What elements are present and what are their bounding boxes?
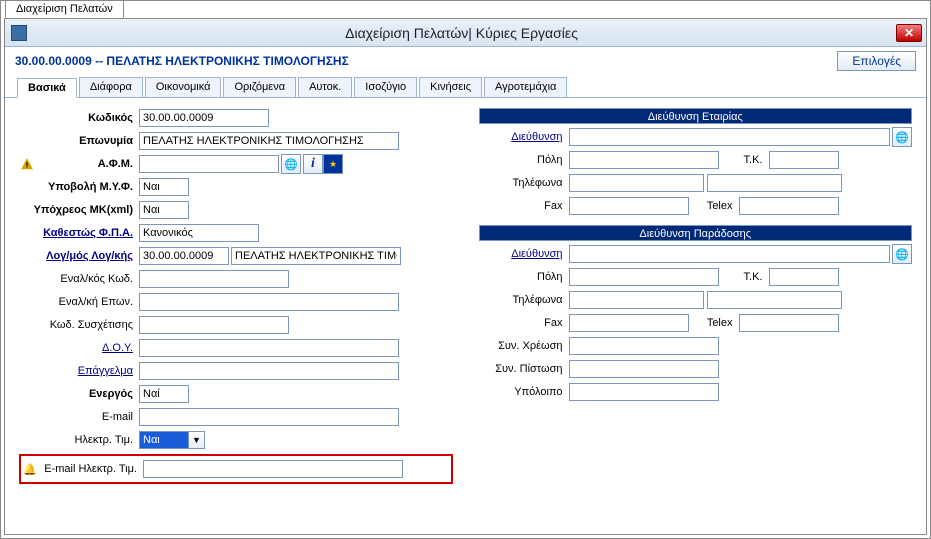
input-eponymia[interactable]	[139, 132, 399, 150]
section-company-address: Διεύθυνση Εταιρίας	[479, 108, 913, 124]
input-email[interactable]	[139, 408, 399, 426]
globe-icon-s1[interactable]: 🌐	[892, 127, 912, 147]
input-email-ilektr[interactable]	[143, 460, 403, 478]
section-delivery-address: Διεύθυνση Παράδοσης	[479, 225, 913, 241]
label-ilektr-tim: Ηλεκτρ. Τιμ.	[19, 434, 139, 446]
label-synpistosi: Συν. Πίστωση	[479, 363, 569, 375]
label-ypoxreos: Υπόχρεος MK(xml)	[19, 204, 139, 216]
label-doy[interactable]: Δ.Ο.Υ.	[19, 342, 139, 354]
input-s1-tel2[interactable]	[707, 174, 842, 192]
tab-orizomena[interactable]: Οριζόμενα	[223, 77, 296, 97]
info-icon[interactable]: i	[303, 154, 323, 174]
label-s1-poli: Πόλη	[479, 154, 569, 166]
input-doy[interactable]	[139, 339, 399, 357]
titlebar: Διαχείριση Πελατών| Κύριες Εργασίες ✕	[5, 19, 926, 47]
right-column: Διεύθυνση Εταιρίας Διεύθυνση 🌐 Πόλη Τ.Κ.…	[479, 108, 913, 484]
label-epaggelma[interactable]: Επάγγελμα	[19, 365, 139, 377]
tab-oikonomika[interactable]: Οικονομικά	[145, 77, 222, 97]
label-s1-fax: Fax	[479, 200, 569, 212]
input-synpistosi[interactable]	[569, 360, 719, 378]
left-column: Κωδικός Επωνυμία Α.Φ.Μ. 🌐 i ★	[19, 108, 453, 484]
input-s2-tel1[interactable]	[569, 291, 704, 309]
input-kodikos[interactable]	[139, 109, 269, 127]
window-title: Διαχείριση Πελατών| Κύριες Εργασίες	[27, 25, 896, 41]
label-s1-tilefona: Τηλέφωνα	[479, 177, 569, 189]
form-area: Κωδικός Επωνυμία Α.Φ.Μ. 🌐 i ★	[5, 98, 926, 494]
tab-agrotemaxia[interactable]: Αγροτεμάχια	[484, 77, 567, 97]
dropdown-arrow-icon[interactable]: ▼	[189, 431, 205, 449]
input-ypovoli[interactable]	[139, 178, 189, 196]
bell-icon: 🔔	[23, 463, 39, 476]
label-s2-fax: Fax	[479, 317, 569, 329]
label-email: E-mail	[19, 411, 139, 423]
app-window: Διαχείριση Πελατών Διαχείριση Πελατών| Κ…	[0, 0, 931, 539]
label-ypovoli: Υποβολή Μ.Υ.Φ.	[19, 181, 139, 193]
input-kodsysx[interactable]	[139, 316, 289, 334]
highlight-email-ilektr: 🔔 E-mail Ηλεκτρ. Τιμ.	[19, 454, 453, 484]
label-s2-tilefona: Τηλέφωνα	[479, 294, 569, 306]
input-s1-tk[interactable]	[769, 151, 839, 169]
outer-tab[interactable]: Διαχείριση Πελατών	[5, 0, 124, 18]
input-epaggelma[interactable]	[139, 362, 399, 380]
input-s2-telex[interactable]	[739, 314, 839, 332]
input-enalepon[interactable]	[139, 293, 399, 311]
input-s2-tk[interactable]	[769, 268, 839, 286]
input-kathestos[interactable]	[139, 224, 259, 242]
input-s1-tel1[interactable]	[569, 174, 704, 192]
input-s1-fax[interactable]	[569, 197, 689, 215]
input-logmos-desc[interactable]	[231, 247, 401, 265]
label-energos: Ενεργός	[19, 388, 139, 400]
label-s2-dieuthinsi[interactable]: Διεύθυνση	[479, 248, 569, 260]
label-enalepon: Εναλ/κή Επων.	[19, 296, 139, 308]
label-ypoloipo: Υπόλοιπο	[479, 386, 569, 398]
input-logmos-code[interactable]	[139, 247, 229, 265]
select-ilektr-tim[interactable]: Ναι	[139, 431, 189, 449]
tab-kiniseis[interactable]: Κινήσεις	[419, 77, 482, 97]
label-kodsysx: Κωδ. Συσχέτισης	[19, 319, 139, 331]
options-button[interactable]: Επιλογές	[837, 51, 916, 71]
label-email-ilektr: E-mail Ηλεκτρ. Τιμ.	[39, 463, 143, 475]
label-eponymia: Επωνυμία	[19, 135, 139, 147]
header-row: 30.00.00.0009 -- ΠΕΛΑΤΗΣ ΗΛΕΚΤΡΟΝΙΚΗΣ ΤΙ…	[5, 47, 926, 75]
label-enalkod: Εναλ/κός Κωδ.	[19, 273, 139, 285]
input-synxreosi[interactable]	[569, 337, 719, 355]
app-icon	[11, 25, 27, 41]
globe-icon-afm[interactable]: 🌐	[281, 154, 301, 174]
globe-icon-s2[interactable]: 🌐	[892, 244, 912, 264]
eu-flag-icon[interactable]: ★	[323, 154, 343, 174]
input-s1-telex[interactable]	[739, 197, 839, 215]
label-s2-telex: Telex	[689, 317, 739, 329]
input-enalkod[interactable]	[139, 270, 289, 288]
label-s2-tk: Τ.Κ.	[719, 271, 769, 283]
input-afm[interactable]	[139, 155, 279, 173]
label-s1-telex: Telex	[689, 200, 739, 212]
tab-basika[interactable]: Βασικά	[17, 78, 77, 98]
label-s1-dieuthinsi[interactable]: Διεύθυνση	[479, 131, 569, 143]
input-s2-dieuthinsi[interactable]	[569, 245, 891, 263]
input-s2-fax[interactable]	[569, 314, 689, 332]
input-energos[interactable]	[139, 385, 189, 403]
input-ypoloipo[interactable]	[569, 383, 719, 401]
window-body: Διαχείριση Πελατών| Κύριες Εργασίες ✕ 30…	[4, 18, 927, 535]
tab-diafora[interactable]: Διάφορα	[79, 77, 143, 97]
label-logmos[interactable]: Λογ/μός Λογ/κής	[19, 250, 139, 262]
tab-isozygio[interactable]: Ισοζύγιο	[354, 77, 417, 97]
tab-autok[interactable]: Αυτοκ.	[298, 77, 352, 97]
label-kathestos[interactable]: Καθεστώς Φ.Π.Α.	[19, 227, 139, 239]
label-afm: Α.Φ.Μ.	[35, 158, 139, 170]
label-synxreosi: Συν. Χρέωση	[479, 340, 569, 352]
input-s1-dieuthinsi[interactable]	[569, 128, 891, 146]
input-ypoxreos[interactable]	[139, 201, 189, 219]
warning-icon	[19, 156, 35, 172]
label-s1-tk: Τ.Κ.	[719, 154, 769, 166]
label-s2-poli: Πόλη	[479, 271, 569, 283]
label-kodikos: Κωδικός	[19, 112, 139, 124]
tab-strip: Βασικά Διάφορα Οικονομικά Οριζόμενα Αυτο…	[5, 77, 926, 98]
input-s2-poli[interactable]	[569, 268, 719, 286]
input-s1-poli[interactable]	[569, 151, 719, 169]
record-title: 30.00.00.0009 -- ΠΕΛΑΤΗΣ ΗΛΕΚΤΡΟΝΙΚΗΣ ΤΙ…	[15, 54, 837, 68]
close-button[interactable]: ✕	[896, 24, 922, 42]
input-s2-tel2[interactable]	[707, 291, 842, 309]
